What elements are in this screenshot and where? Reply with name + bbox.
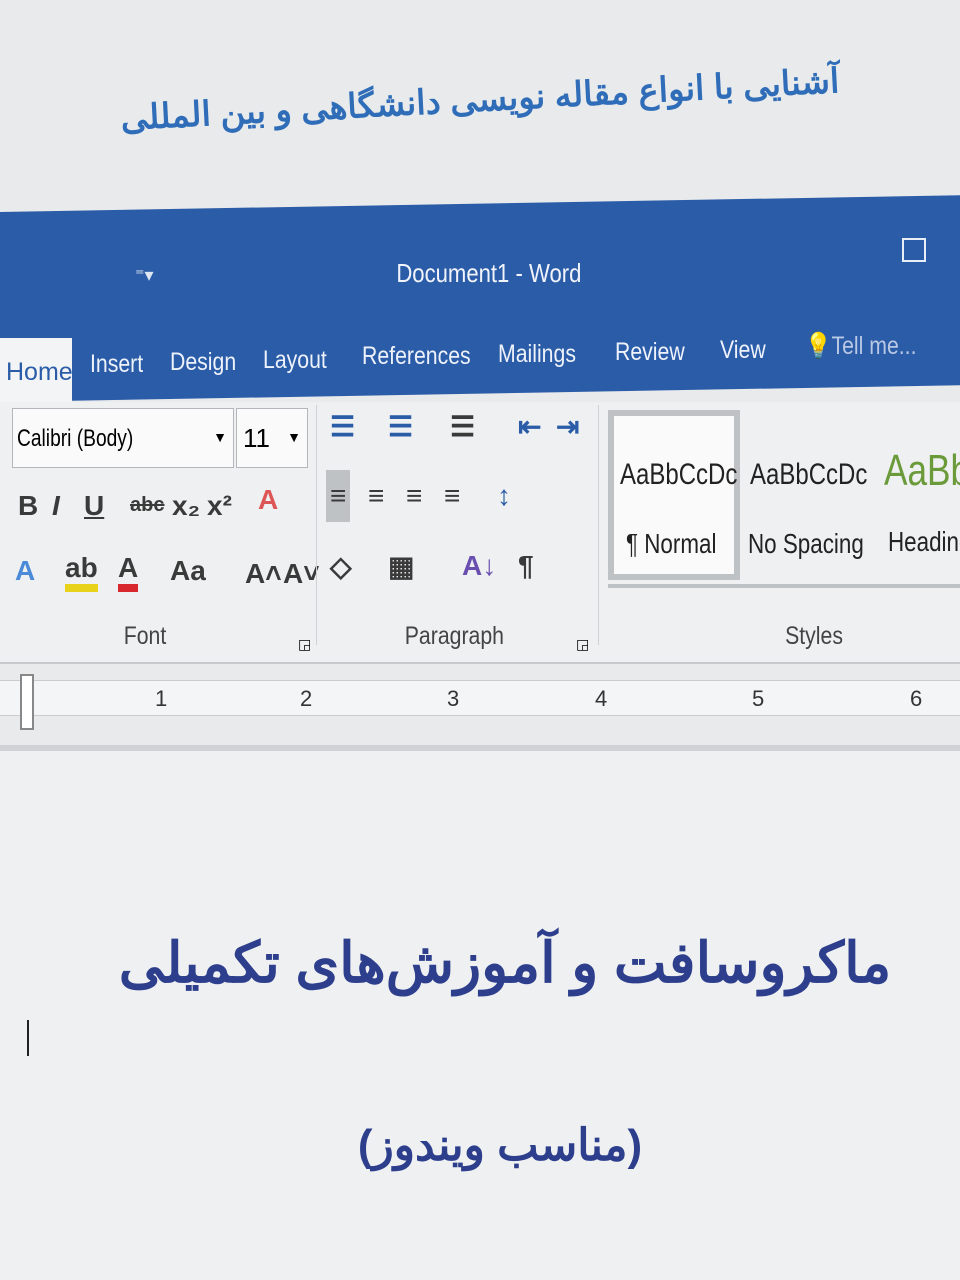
lightbulb-icon: 💡 bbox=[805, 332, 832, 360]
bullets-button[interactable]: ☰ bbox=[330, 410, 355, 443]
borders-button[interactable]: ▦ bbox=[388, 550, 414, 583]
document-page[interactable] bbox=[0, 745, 960, 1280]
tab-layout[interactable]: Layout bbox=[263, 346, 327, 375]
shrink-font-button[interactable]: A˅ bbox=[283, 558, 320, 590]
ruler-number: 6 bbox=[910, 686, 923, 711]
font-color-button[interactable]: A bbox=[118, 552, 139, 592]
title-bar bbox=[0, 195, 960, 402]
font-dialog-launcher-icon[interactable]: ◲ bbox=[298, 636, 311, 653]
align-center-button[interactable]: ≡ bbox=[368, 480, 384, 512]
align-left-button[interactable]: ≡ bbox=[326, 470, 351, 522]
ribbon-display-options-icon[interactable] bbox=[902, 238, 926, 262]
ruler-number: 4 bbox=[595, 686, 608, 711]
style-heading[interactable]: AaBb bbox=[884, 446, 960, 496]
cover-main-title: ماکروسافت و آموزش‌های تکمیلی bbox=[118, 931, 892, 994]
text-cursor bbox=[27, 1020, 29, 1056]
tab-design[interactable]: Design bbox=[170, 348, 236, 377]
highlight-color-button[interactable]: ab bbox=[65, 552, 98, 592]
ruler-number: 2 bbox=[300, 686, 313, 711]
ruler-number: 5 bbox=[752, 686, 765, 711]
shading-button[interactable]: ◇ bbox=[330, 550, 352, 583]
justify-button[interactable]: ≡ bbox=[444, 480, 460, 512]
style-label: ¶ Normal bbox=[626, 528, 717, 559]
customize-quick-access-icon[interactable]: ⁼▾ bbox=[135, 265, 154, 286]
tab-insert[interactable]: Insert bbox=[90, 350, 143, 379]
ruler-number: 3 bbox=[447, 686, 460, 711]
sort-button[interactable]: A↓ bbox=[462, 550, 496, 582]
show-formatting-marks-button[interactable]: ¶ bbox=[518, 550, 534, 582]
font-group-label: Font bbox=[123, 622, 167, 650]
font-size-value: 11 bbox=[243, 423, 270, 453]
style-no-spacing[interactable]: AaBbCcDc bbox=[750, 458, 867, 492]
window-title: Document1 - Word bbox=[396, 258, 582, 288]
cover-top-title: آشنایی با انواع مقاله نویسی دانشگاهی و ب… bbox=[119, 62, 841, 138]
tab-view[interactable]: View bbox=[720, 336, 766, 365]
tab-references[interactable]: References bbox=[362, 342, 471, 371]
tab-mailings[interactable]: Mailings bbox=[498, 340, 576, 369]
tell-me-search[interactable]: 💡Tell me... bbox=[805, 332, 916, 361]
font-name-value: Calibri (Body) bbox=[17, 425, 134, 452]
ruler-number: 1 bbox=[155, 686, 168, 711]
change-case-button[interactable]: Aa bbox=[170, 555, 206, 587]
paragraph-group-label: Paragraph bbox=[404, 622, 504, 650]
underline-button[interactable]: U bbox=[84, 490, 104, 522]
multilevel-list-button[interactable]: ☰ bbox=[450, 410, 475, 443]
horizontal-ruler[interactable] bbox=[0, 680, 960, 716]
superscript-button[interactable]: x² bbox=[207, 490, 232, 522]
font-name-dropdown[interactable]: Calibri (Body) ▼ bbox=[12, 408, 234, 468]
chevron-down-icon: ▼ bbox=[213, 429, 227, 445]
style-label: Heading bbox=[888, 526, 960, 557]
italic-button[interactable]: I bbox=[52, 490, 60, 522]
subscript-button[interactable]: x₂ bbox=[172, 490, 200, 522]
tell-me-label: Tell me... bbox=[831, 332, 917, 360]
font-size-dropdown[interactable]: 11 ▼ bbox=[236, 408, 308, 468]
style-preview: AaBbCcDc bbox=[620, 458, 738, 491]
style-label: No Spacing bbox=[748, 528, 864, 559]
bold-button[interactable]: B bbox=[18, 490, 38, 522]
strikethrough-button[interactable]: abc bbox=[130, 494, 164, 517]
styles-group-label: Styles bbox=[785, 622, 843, 650]
paragraph-dialog-launcher-icon[interactable]: ◲ bbox=[576, 636, 589, 653]
tab-review[interactable]: Review bbox=[615, 338, 685, 367]
indent-marker[interactable] bbox=[20, 674, 34, 730]
align-right-button[interactable]: ≡ bbox=[406, 480, 422, 512]
cover-subtitle: (مناسب ویندوز) bbox=[357, 1121, 643, 1170]
clear-formatting-icon[interactable]: A bbox=[258, 484, 278, 516]
increase-indent-button[interactable]: ⇥ bbox=[556, 410, 579, 443]
tab-home[interactable]: Home bbox=[0, 338, 73, 404]
text-effects-button[interactable]: A bbox=[15, 555, 35, 587]
numbering-button[interactable]: ☰ bbox=[388, 410, 413, 443]
line-spacing-button[interactable]: ↕ bbox=[497, 480, 511, 512]
grow-font-button[interactable]: A˄ bbox=[245, 558, 282, 590]
chevron-down-icon: ▼ bbox=[287, 429, 301, 445]
decrease-indent-button[interactable]: ⇤ bbox=[518, 410, 541, 443]
